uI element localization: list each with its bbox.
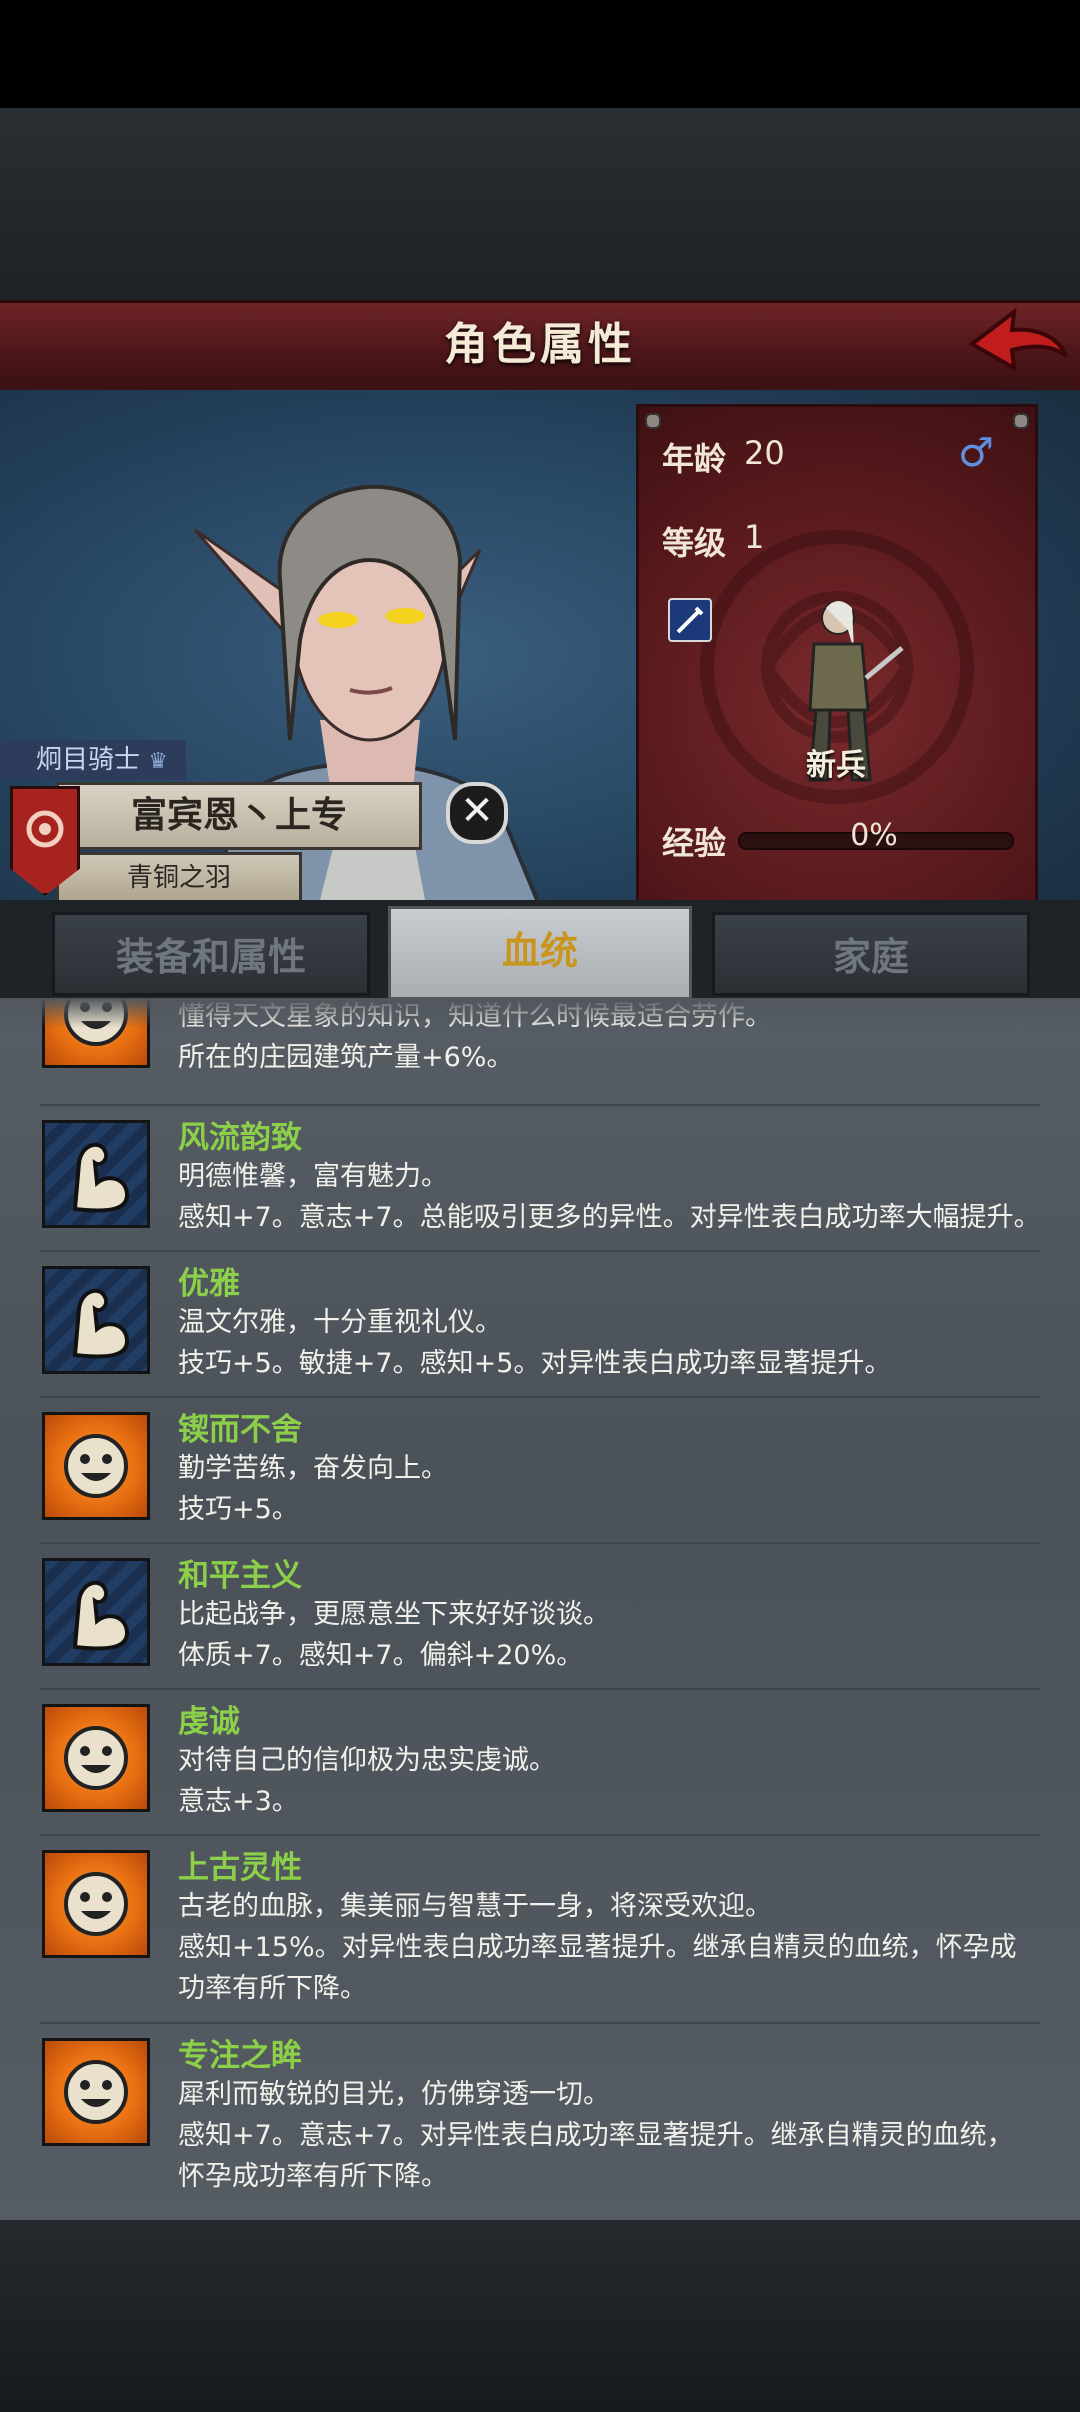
divider <box>40 1104 1040 1106</box>
trait-description: 温文尔雅，十分重视礼仪。 <box>178 1307 502 1338</box>
back-arrow-icon <box>968 307 1068 372</box>
close-icon[interactable]: ✕ <box>446 782 508 844</box>
trait-description: 体质+7。感知+7。偏斜+20%。 <box>178 1640 584 1671</box>
tab-family[interactable]: 家庭 <box>712 912 1030 996</box>
exp-label: 经验 <box>662 824 727 862</box>
sun-face-icon <box>42 1704 150 1812</box>
trait-description: 怀孕成功率有所下降。 <box>178 2161 448 2192</box>
level-value: 1 <box>744 518 765 556</box>
trait-name: 锲而不舍 <box>178 1412 302 1448</box>
flexed-arm-icon <box>42 1266 150 1374</box>
trait-name: 上古灵性 <box>178 1850 302 1886</box>
trait-name: 专注之眸 <box>178 2038 302 2074</box>
tab-bloodline[interactable]: 血统 <box>388 906 692 1000</box>
rivet <box>645 413 661 429</box>
exp-percent: 0% <box>850 818 898 853</box>
upper-background <box>0 108 1080 298</box>
crown-icon: ♛ <box>148 749 169 774</box>
trait-description: 比起战争，更愿意坐下来好好谈谈。 <box>178 1599 610 1630</box>
divider <box>40 1396 1040 1398</box>
trait-name: 和平主义 <box>178 1558 302 1594</box>
trait-description: 勤学苦练，奋发向上。 <box>178 1453 448 1484</box>
divider <box>40 1834 1040 1836</box>
rivet <box>1013 413 1029 429</box>
divider <box>40 2022 1040 2024</box>
level-label: 等级 <box>662 524 727 562</box>
divider <box>40 1250 1040 1252</box>
rank-name: 炯目骑士 <box>36 745 141 775</box>
page-title: 角色属性 <box>444 319 636 370</box>
recruit-name: 新兵 <box>806 748 866 783</box>
list-fade <box>0 998 1080 1028</box>
sword-icon <box>668 598 712 642</box>
status-bar <box>0 0 1080 108</box>
trait-description: 意志+3。 <box>178 1786 299 1817</box>
divider <box>40 1542 1040 1544</box>
trait-name: 虔诚 <box>178 1704 240 1740</box>
trait-name: 优雅 <box>178 1266 240 1302</box>
trait-description: 所在的庄园建筑产量+6%。 <box>178 1042 514 1073</box>
rank-tag: 炯目骑士 ♛ <box>0 740 186 780</box>
trait-description: 明德惟馨，富有魅力。 <box>178 1161 448 1192</box>
character-title: 青铜之羽 <box>56 852 302 904</box>
tab-equipment[interactable]: 装备和属性 <box>52 912 370 996</box>
trait-description: 感知+7。意志+7。对异性表白成功率显著提升。继承自精灵的血统， <box>178 2120 1014 2151</box>
sun-face-icon <box>42 2038 150 2146</box>
divider <box>40 1688 1040 1690</box>
bottom-background <box>0 2220 1080 2412</box>
trait-description: 技巧+5。敏捷+7。感知+5。对异性表白成功率显著提升。 <box>178 1348 892 1379</box>
back-button[interactable] <box>966 306 1070 384</box>
trait-description: 犀利而敏锐的目光，仿佛穿透一切。 <box>178 2079 610 2110</box>
male-symbol-icon: ♂ <box>958 430 994 476</box>
trait-description: 对待自己的信仰极为忠实虔诚。 <box>178 1745 556 1776</box>
trait-name: 风流韵致 <box>178 1120 302 1156</box>
trait-description: 古老的血脉，集美丽与智慧于一身，将深受欢迎。 <box>178 1891 772 1922</box>
trait-list[interactable]: 懂得天文星象的知识，知道什么时候最适合劳作。所在的庄园建筑产量+6%。风流韵致明… <box>0 998 1080 2220</box>
trait-description: 技巧+5。 <box>178 1494 299 1525</box>
flexed-arm-icon <box>42 1558 150 1666</box>
age-label: 年龄 <box>662 440 727 478</box>
trait-description: 功率有所下降。 <box>178 1973 367 2004</box>
sun-face-icon <box>42 1412 150 1520</box>
flexed-arm-icon <box>42 1120 150 1228</box>
character-name: 富宾恩丶上专 <box>56 782 422 850</box>
age-value: 20 <box>744 434 785 472</box>
trait-description: 感知+7。意志+7。总能吸引更多的异性。对异性表白成功率大幅提升。 <box>178 1202 1041 1233</box>
sun-face-icon <box>42 1850 150 1958</box>
trait-description: 感知+15%。对异性表白成功率显著提升。继承自精灵的血统，怀孕成 <box>178 1932 1017 1963</box>
